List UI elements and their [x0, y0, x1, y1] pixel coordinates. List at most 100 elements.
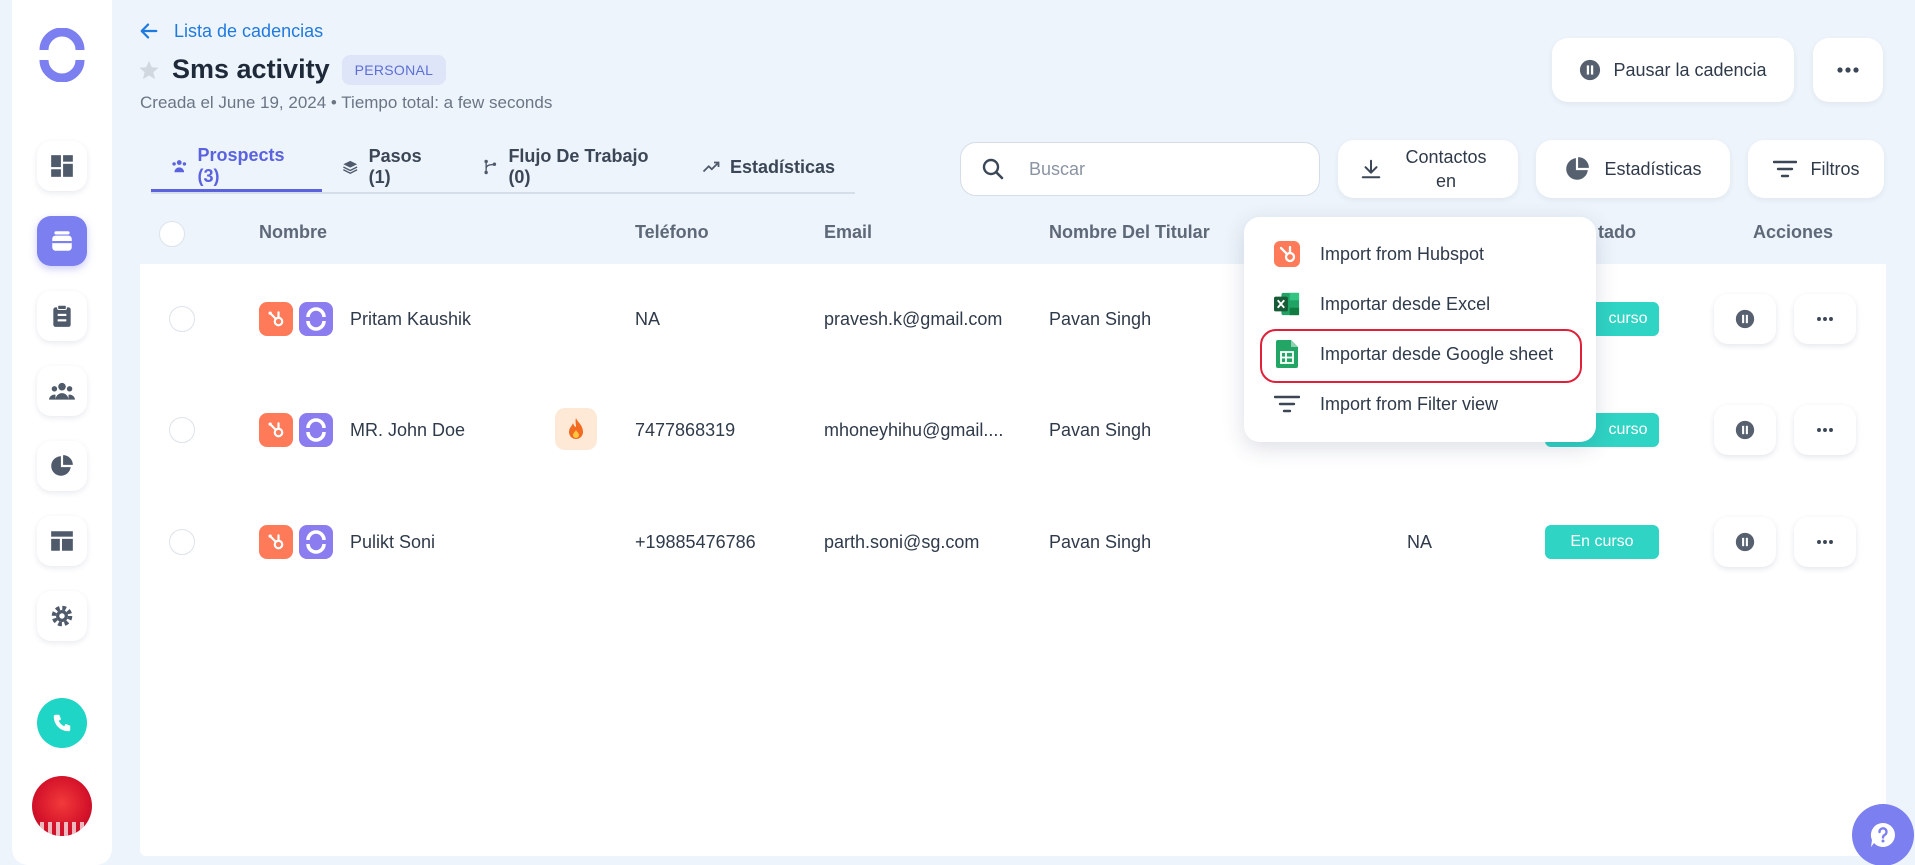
prospect-name[interactable]: Pritam Kaushik	[350, 309, 471, 330]
row-more-button[interactable]	[1794, 405, 1856, 455]
pause-circle-icon	[1735, 532, 1755, 552]
highlight-outline	[1260, 329, 1582, 383]
search-icon	[982, 158, 1004, 180]
statistics-button-label: Estadísticas	[1604, 158, 1702, 179]
phone-dialer-button[interactable]	[37, 698, 87, 748]
gear-icon	[51, 605, 73, 627]
pause-circle-icon	[1735, 420, 1755, 440]
cadence-tabs: Prospects (3) Pasos (1) Flujo De Trabajo…	[151, 142, 855, 194]
sidebar-cadences-button[interactable]	[37, 216, 87, 266]
sidebar-templates-button[interactable]	[37, 516, 87, 566]
prospect-phone: 7477868319	[635, 420, 736, 440]
back-to-cadences-link[interactable]: Lista de cadencias	[138, 20, 323, 42]
pause-cadence-label: Pausar la cadencia	[1613, 59, 1767, 80]
column-header-owner[interactable]: Nombre Del Titular	[1049, 222, 1210, 243]
status-badge-label: En curso	[1570, 533, 1634, 550]
phone-icon	[53, 714, 71, 732]
header-more-button[interactable]	[1813, 38, 1883, 102]
arrow-left-icon	[140, 23, 158, 39]
column-header-email[interactable]: Email	[824, 222, 872, 243]
menu-item-import-excel[interactable]: Importar desde Excel	[1274, 284, 1490, 324]
hubspot-icon	[1274, 241, 1300, 267]
chat-help-icon	[1870, 822, 1895, 847]
prospect-phone: +19885476786	[635, 532, 756, 552]
menu-item-label: Import from Filter view	[1320, 393, 1499, 414]
pause-cadence-button[interactable]: Pausar la cadencia	[1552, 38, 1794, 102]
pie-chart-icon	[1566, 157, 1590, 180]
user-avatar[interactable]	[32, 776, 92, 836]
stack-icon	[52, 231, 72, 251]
help-chat-button[interactable]	[1852, 804, 1914, 865]
prospect-email: mhoneyhihu@gmail....	[824, 420, 1004, 440]
sidebar-tasks-button[interactable]	[37, 291, 87, 341]
import-contacts-line1: Contactos	[1405, 147, 1487, 167]
layers-icon	[343, 160, 358, 174]
filters-button[interactable]: Filtros	[1748, 140, 1884, 198]
prospect-owner: Pavan Singh	[1049, 532, 1152, 552]
sidebar-dashboard-button[interactable]	[37, 141, 87, 191]
menu-item-import-filter-view[interactable]: Import from Filter view	[1274, 384, 1498, 424]
cadence-subtitle: Creada el June 19, 2024 • Tiempo total: …	[140, 93, 553, 112]
row-checkbox[interactable]	[169, 529, 195, 555]
prospect-name[interactable]: Pulikt Soni	[350, 532, 435, 553]
pause-circle-icon	[1735, 309, 1755, 329]
row-more-button[interactable]	[1794, 517, 1856, 567]
prospect-owner: Pavan Singh	[1049, 309, 1152, 329]
prospect-name[interactable]: MR. John Doe	[350, 420, 465, 441]
row-pause-button[interactable]	[1714, 405, 1776, 455]
filter-lines-icon	[1274, 391, 1300, 417]
more-horizontal-icon	[1817, 540, 1833, 544]
cadence-logo-icon	[299, 413, 333, 447]
import-contacts-label: Contactos en	[1396, 145, 1496, 193]
import-contacts-button[interactable]: Contactos en	[1338, 140, 1518, 198]
search-input[interactable]	[1029, 158, 1269, 180]
trend-icon	[702, 161, 720, 173]
tab-steps[interactable]: Pasos (1)	[322, 142, 462, 192]
row-checkbox[interactable]	[169, 306, 195, 332]
dashboard-icon	[51, 155, 73, 177]
status-badge: En curso	[1545, 525, 1659, 559]
star-icon[interactable]	[138, 59, 160, 81]
menu-item-import-hubspot[interactable]: Import from Hubspot	[1274, 234, 1484, 274]
personal-badge: PERSONAL	[341, 54, 447, 85]
app-logo-icon[interactable]	[35, 28, 89, 82]
more-horizontal-icon	[1837, 67, 1859, 73]
search-box	[960, 142, 1320, 196]
tab-prospects[interactable]: Prospects (3)	[151, 142, 323, 192]
row-checkbox[interactable]	[169, 417, 195, 443]
excel-icon	[1274, 291, 1300, 317]
column-header-phone[interactable]: Teléfono	[635, 222, 709, 243]
import-dropdown-menu: Import from Hubspot Importar desde Excel…	[1244, 217, 1596, 442]
filters-button-label: Filtros	[1810, 158, 1860, 179]
cadence-logo-icon	[299, 302, 333, 336]
hubspot-icon	[259, 302, 293, 336]
statistics-button[interactable]: Estadísticas	[1536, 140, 1730, 198]
sidebar-settings-button[interactable]	[37, 591, 87, 641]
title-row: Sms activity PERSONAL	[138, 54, 447, 85]
column-header-status[interactable]: tado	[1598, 222, 1636, 243]
back-link-label: Lista de cadencias	[174, 20, 324, 41]
select-all-checkbox[interactable]	[159, 221, 185, 247]
hubspot-icon	[259, 413, 293, 447]
tab-statistics[interactable]: Estadísticas	[682, 142, 855, 192]
clipboard-icon	[53, 304, 71, 327]
tab-workflow[interactable]: Flujo De Trabajo (0)	[462, 142, 682, 192]
prospect-phone: NA	[635, 309, 661, 329]
tab-statistics-label: Estadísticas	[729, 156, 835, 177]
page-title: Sms activity	[172, 54, 330, 84]
download-icon	[1361, 159, 1381, 179]
row-more-button[interactable]	[1794, 294, 1856, 344]
pie-chart-icon	[51, 455, 73, 476]
column-header-name[interactable]: Nombre	[259, 222, 327, 243]
cadence-logo-icon	[299, 525, 333, 559]
sidebar-contacts-button[interactable]	[37, 366, 87, 416]
sidebar	[12, 0, 112, 865]
more-horizontal-icon	[1817, 428, 1833, 432]
pause-circle-icon	[1580, 59, 1601, 81]
prospect-owner: Pavan Singh	[1049, 420, 1152, 440]
layout-icon	[51, 531, 73, 551]
row-pause-button[interactable]	[1714, 294, 1776, 344]
sidebar-reports-button[interactable]	[37, 441, 87, 491]
prospect-extra-field: NA	[1407, 532, 1433, 552]
row-pause-button[interactable]	[1714, 517, 1776, 567]
